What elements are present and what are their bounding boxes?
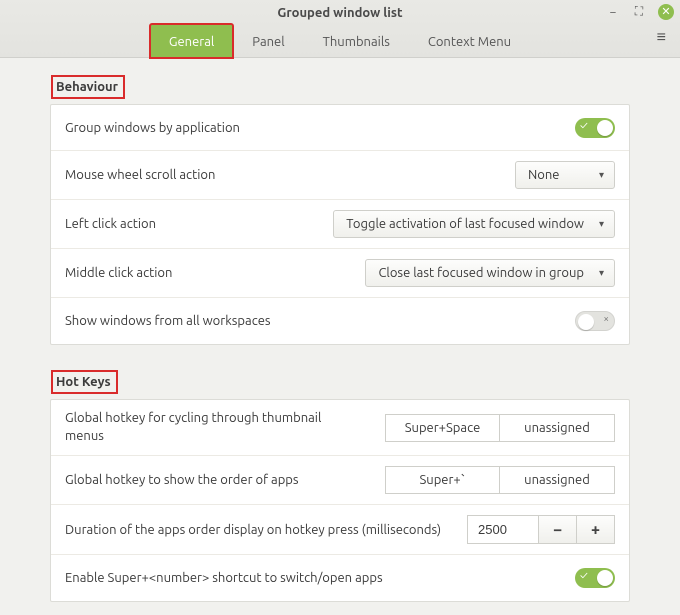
row-left-click: Left click action Toggle activation of l… [51, 200, 629, 249]
dropdown-left-click[interactable]: Toggle activation of last focused window… [333, 210, 615, 238]
duration-input[interactable] [467, 515, 539, 544]
row-duration: Duration of the apps order display on ho… [51, 505, 629, 555]
window-title: Grouped window list [0, 0, 680, 20]
toggle-super-number[interactable]: ✓ [575, 568, 615, 588]
chevron-down-icon: ▾ [599, 218, 604, 230]
row-super-number: Enable Super+<number> shortcut to switch… [51, 555, 629, 601]
toggle-knob [597, 120, 613, 136]
label-show-all-workspaces: Show windows from all workspaces [65, 314, 563, 328]
label-cycle-hotkey: Global hotkey for cycling through thumbn… [65, 410, 325, 445]
chevron-down-icon: ▾ [599, 169, 604, 181]
label-mouse-wheel: Mouse wheel scroll action [65, 168, 503, 182]
keybinding-order-primary[interactable]: Super+` [385, 466, 500, 494]
section-heading-behaviour: Behaviour [52, 76, 124, 98]
keybinding-order-secondary[interactable]: unassigned [500, 466, 615, 494]
window-controls: − ⛶ ✕ [606, 4, 674, 20]
content-area: Behaviour Group windows by application ✓… [0, 58, 680, 615]
row-order-hotkey: Global hotkey to show the order of apps … [51, 456, 629, 505]
dropdown-middle-click[interactable]: Close last focused window in group ▾ [365, 259, 615, 287]
label-left-click: Left click action [65, 217, 321, 231]
duration-decrement-button[interactable]: − [539, 515, 577, 544]
behaviour-panel: Group windows by application ✓ Mouse whe… [50, 104, 630, 345]
tab-panel[interactable]: Panel [233, 24, 303, 58]
toggle-knob [578, 314, 594, 330]
dropdown-left-click-value: Toggle activation of last focused window [346, 217, 584, 231]
label-duration: Duration of the apps order display on ho… [65, 523, 455, 537]
x-icon: × [603, 313, 609, 324]
menu-icon[interactable]: ≡ [657, 28, 666, 47]
row-group-windows: Group windows by application ✓ [51, 105, 629, 151]
dropdown-mouse-wheel-value: None [528, 168, 560, 182]
label-middle-click: Middle click action [65, 266, 353, 280]
chevron-down-icon: ▾ [599, 267, 604, 279]
close-icon[interactable]: ✕ [658, 4, 674, 20]
check-icon: ✓ [580, 120, 588, 132]
keybinding-order: Super+` unassigned [385, 466, 615, 494]
toggle-knob [597, 570, 613, 586]
label-order-hotkey: Global hotkey to show the order of apps [65, 473, 373, 487]
duration-increment-button[interactable]: + [577, 515, 615, 544]
hotkeys-panel: Global hotkey for cycling through thumbn… [50, 399, 630, 602]
check-icon: ✓ [580, 570, 588, 582]
dropdown-mouse-wheel[interactable]: None ▾ [515, 161, 615, 189]
dropdown-middle-click-value: Close last focused window in group [378, 266, 584, 280]
keybinding-cycle-secondary[interactable]: unassigned [500, 414, 615, 442]
label-super-number: Enable Super+<number> shortcut to switch… [65, 571, 563, 585]
label-group-windows: Group windows by application [65, 121, 563, 135]
tab-thumbnails[interactable]: Thumbnails [304, 24, 409, 58]
keybinding-cycle: Super+Space unassigned [385, 414, 615, 442]
settings-window: Grouped window list − ⛶ ✕ General Panel … [0, 0, 680, 615]
tab-context-menu[interactable]: Context Menu [409, 24, 530, 58]
tab-bar: General Panel Thumbnails Context Menu [0, 23, 680, 57]
titlebar: Grouped window list − ⛶ ✕ General Panel … [0, 0, 680, 58]
row-cycle-hotkey: Global hotkey for cycling through thumbn… [51, 400, 629, 456]
toggle-show-all-workspaces[interactable]: × [575, 311, 615, 331]
duration-stepper: − + [467, 515, 615, 544]
toggle-group-windows[interactable]: ✓ [575, 118, 615, 138]
minimize-icon[interactable]: − [606, 5, 620, 19]
row-middle-click: Middle click action Close last focused w… [51, 249, 629, 298]
maximize-icon[interactable]: ⛶ [632, 5, 646, 19]
row-show-all-workspaces: Show windows from all workspaces × [51, 298, 629, 344]
row-mouse-wheel: Mouse wheel scroll action None ▾ [51, 151, 629, 200]
section-heading-hotkeys: Hot Keys [52, 371, 117, 393]
tab-general[interactable]: General [150, 24, 233, 58]
keybinding-cycle-primary[interactable]: Super+Space [385, 414, 500, 442]
